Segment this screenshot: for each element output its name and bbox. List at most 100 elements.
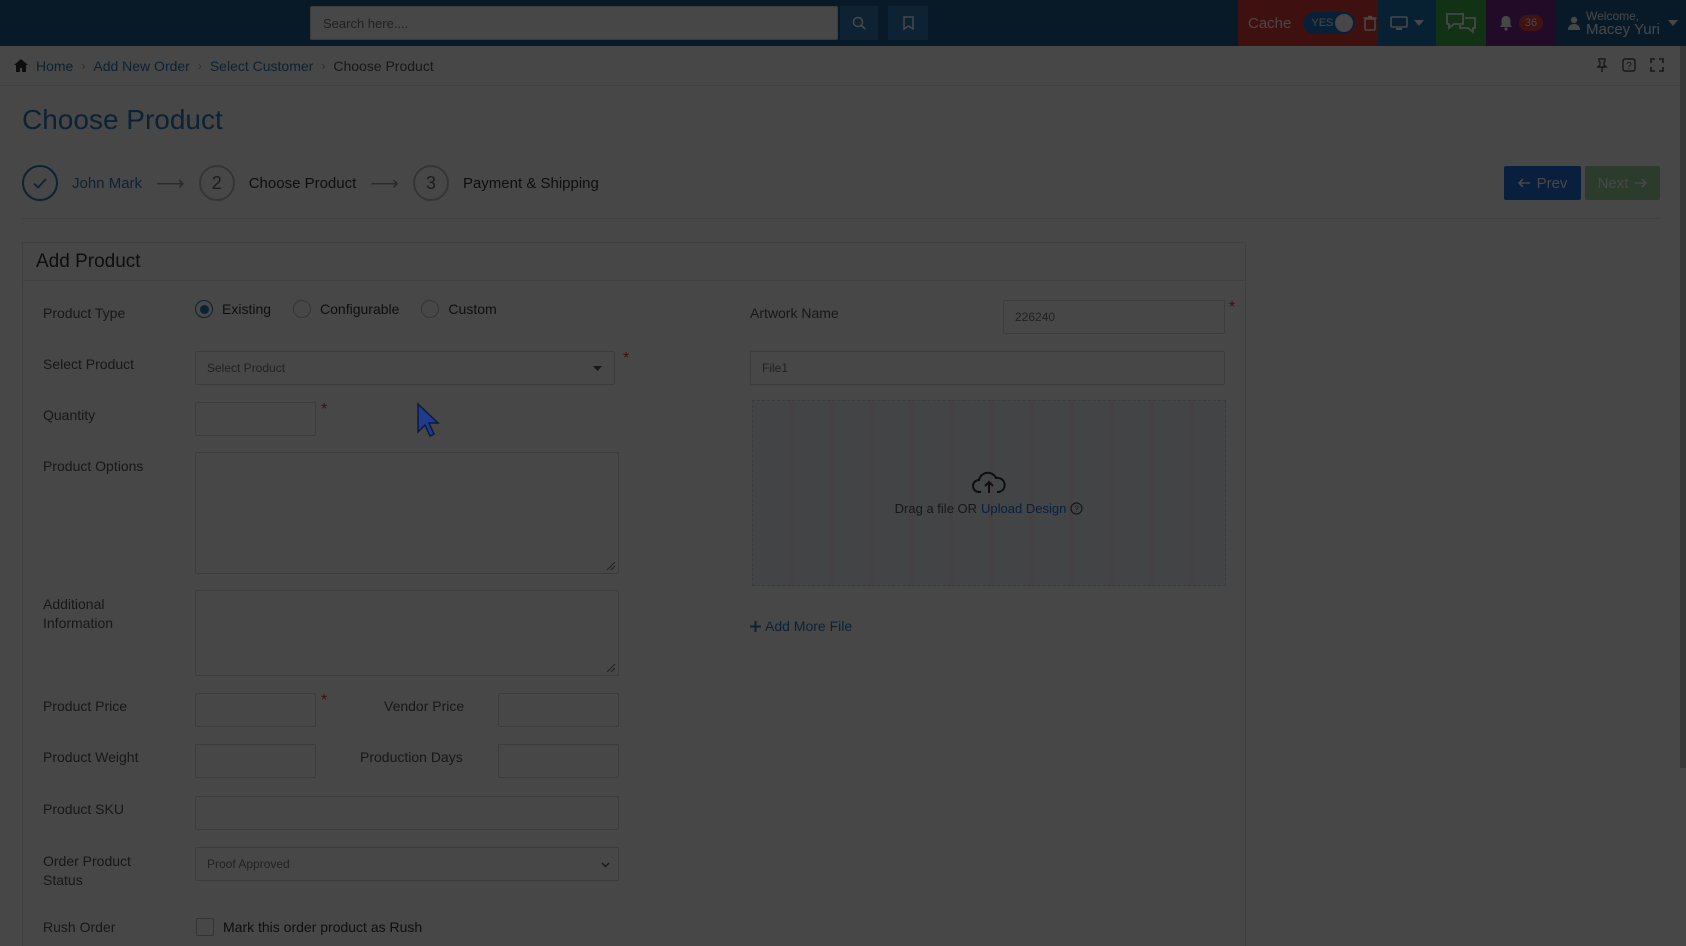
rush-order-option[interactable]: Mark this order product as Rush <box>196 918 422 936</box>
product-weight-input[interactable] <box>195 744 316 778</box>
breadcrumb-select-customer[interactable]: Select Customer <box>210 58 313 74</box>
arrow-right-icon: ⟶ <box>156 172 185 195</box>
quantity-input[interactable] <box>195 402 316 436</box>
arrow-left-icon <box>1517 178 1530 188</box>
radio-existing[interactable]: Existing <box>195 300 271 318</box>
rush-order-checkbox[interactable] <box>196 918 214 936</box>
svg-text:?: ? <box>1075 504 1080 513</box>
order-steps: John Mark ⟶ 2 Choose Product ⟶ 3 Payment… <box>22 164 599 202</box>
help-circle-icon[interactable]: ? <box>1070 501 1083 515</box>
user-name: Macey Yuri <box>1586 21 1660 38</box>
radio-custom-control[interactable] <box>421 300 440 318</box>
radio-configurable[interactable]: Configurable <box>293 300 399 318</box>
prev-button[interactable]: Prev <box>1504 166 1581 200</box>
breadcrumb-home[interactable]: Home <box>36 58 73 74</box>
breadcrumb-add-new-order[interactable]: Add New Order <box>93 58 189 74</box>
resize-grip-icon[interactable] <box>606 561 616 571</box>
step-1-label[interactable]: John Mark <box>72 175 142 192</box>
artwork-name-label: Artwork Name <box>750 305 839 321</box>
product-options-textarea[interactable] <box>195 452 619 574</box>
upload-dropzone[interactable]: Drag a file OR Upload Design ? <box>752 400 1226 586</box>
rush-order-label: Rush Order <box>43 919 116 935</box>
cache-toggle-label: YES <box>1311 17 1334 29</box>
fullscreen-icon[interactable] <box>1650 58 1664 72</box>
toggle-knob <box>1335 14 1354 32</box>
select-product-dropdown[interactable]: Select Product <box>195 351 615 385</box>
product-type-radios: Existing Configurable Custom <box>195 300 519 318</box>
prev-label: Prev <box>1536 174 1568 192</box>
required-mark: * <box>623 350 630 367</box>
step-3-circle: 3 <box>412 165 449 201</box>
artwork-name-value: 226240 <box>1015 310 1056 324</box>
help-icon[interactable]: ? <box>1622 58 1636 72</box>
monitor-icon <box>1390 15 1408 30</box>
search-button[interactable] <box>840 6 878 40</box>
radio-existing-control[interactable] <box>195 300 213 318</box>
product-sku-input[interactable] <box>195 796 619 830</box>
artwork-name-input[interactable]: 226240 <box>1003 300 1225 334</box>
chat-button[interactable] <box>1436 0 1486 46</box>
panel-title: Add Product <box>23 243 1245 281</box>
add-more-file-label: Add More File <box>765 618 853 634</box>
rush-order-checkbox-label: Mark this order product as Rush <box>223 919 423 935</box>
arrow-right-icon <box>1635 178 1648 188</box>
plus-icon <box>750 620 761 632</box>
cloud-upload-icon <box>972 471 1006 493</box>
cache-label: Cache <box>1248 14 1292 32</box>
pin-icon[interactable] <box>1596 58 1608 72</box>
caret-down-icon <box>1667 20 1678 26</box>
required-mark: * <box>321 401 328 418</box>
required-mark: * <box>1229 299 1236 316</box>
mouse-cursor-icon <box>417 402 440 438</box>
radio-configurable-label: Configurable <box>320 301 400 317</box>
trash-icon[interactable] <box>1363 15 1377 31</box>
user-menu[interactable]: Welcome, Macey Yuri <box>1556 0 1686 46</box>
home-icon[interactable] <box>14 59 28 72</box>
chevron-right-icon: › <box>197 58 202 73</box>
breadcrumb-choose-product: Choose Product <box>333 57 434 74</box>
select-product-placeholder: Select Product <box>207 361 286 375</box>
product-sku-label: Product SKU <box>43 801 124 817</box>
display-menu[interactable] <box>1378 0 1436 46</box>
breadcrumb-tools: ? <box>1596 58 1664 72</box>
cache-toggle[interactable]: YES <box>1303 12 1356 34</box>
arrow-right-icon: ⟶ <box>370 172 399 195</box>
additional-info-textarea[interactable] <box>195 590 619 676</box>
next-button[interactable]: Next <box>1585 166 1660 200</box>
order-status-select[interactable]: Proof Approved <box>195 847 619 881</box>
order-status-value: Proof Approved <box>207 857 290 871</box>
product-weight-label: Product Weight <box>43 749 139 765</box>
search-input[interactable] <box>310 6 838 40</box>
additional-info-label: Additional Information <box>43 596 114 631</box>
caret-down-icon <box>593 366 602 371</box>
add-more-file-link[interactable]: Add More File <box>750 618 852 634</box>
upload-design-link[interactable]: Upload Design <box>981 501 1066 516</box>
chevron-down-icon <box>601 862 610 868</box>
dropzone-text: Drag a file OR Upload Design ? <box>895 501 1084 516</box>
radio-custom[interactable]: Custom <box>421 300 497 318</box>
check-icon <box>33 177 47 189</box>
scrollbar[interactable] <box>1680 46 1686 768</box>
resize-grip-icon[interactable] <box>606 663 616 673</box>
page-title: Choose Product <box>22 104 223 135</box>
drop-instruction: Drag a file OR <box>894 500 978 516</box>
step-3-label: Payment & Shipping <box>462 174 599 192</box>
production-days-input[interactable] <box>498 744 619 778</box>
product-type-label: Product Type <box>43 305 126 321</box>
step-2-label: Choose Product <box>248 174 357 192</box>
bell-icon <box>1499 16 1512 31</box>
notification-count-badge: 36 <box>1518 15 1544 31</box>
radio-configurable-control[interactable] <box>293 300 312 318</box>
top-navbar: Cache YES 36 Welcome, Macey Yuri <box>0 0 1686 46</box>
order-status-label: Order Product Status <box>43 853 131 888</box>
vendor-price-input[interactable] <box>498 693 619 727</box>
product-price-label: Product Price <box>43 698 128 714</box>
chevron-right-icon: › <box>81 58 86 73</box>
search-icon <box>852 16 866 30</box>
bookmark-icon <box>902 16 914 30</box>
production-days-label: Production Days <box>360 749 463 765</box>
product-price-input[interactable] <box>195 693 316 727</box>
file-name-input[interactable]: File1 <box>750 351 1225 385</box>
bookmark-button[interactable] <box>888 6 928 40</box>
notifications-button[interactable]: 36 <box>1486 0 1556 46</box>
